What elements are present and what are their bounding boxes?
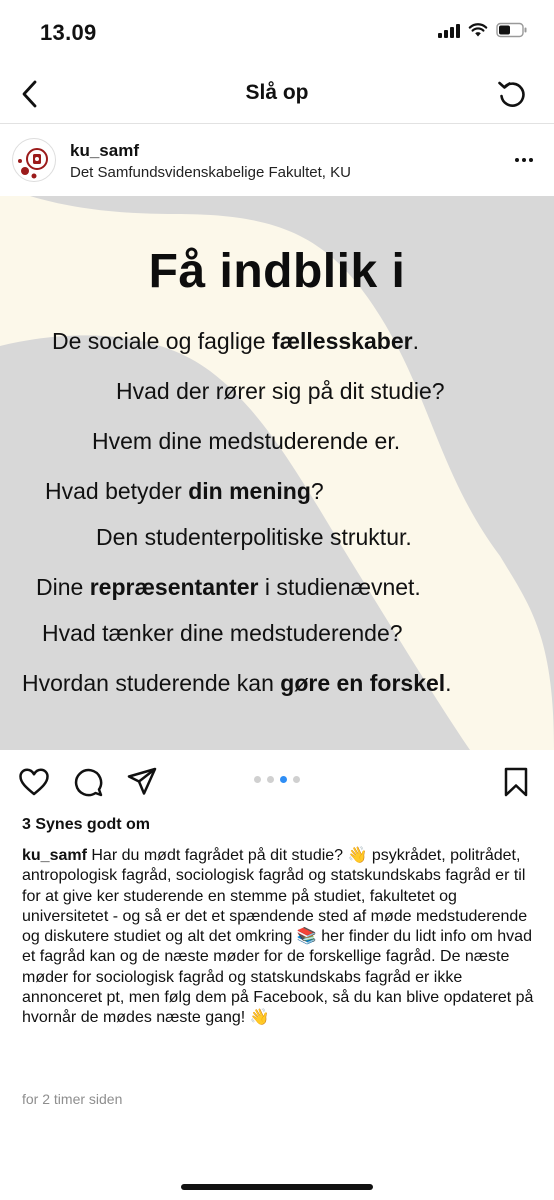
share-button[interactable]	[126, 766, 158, 798]
navigation-bar: Slå op	[0, 64, 554, 124]
image-line-3: Hvem dine medstuderende er.	[92, 428, 401, 454]
university-logo-icon	[18, 148, 48, 179]
status-time: 13.09	[40, 20, 97, 45]
carousel-dot	[254, 776, 261, 783]
post-timestamp: for 2 timer siden	[22, 1091, 123, 1107]
cellular-signal-icon	[438, 22, 460, 38]
status-icons	[438, 22, 528, 38]
more-options-button[interactable]	[510, 146, 538, 174]
post-action-bar	[0, 750, 554, 812]
carousel-indicator	[254, 776, 300, 783]
send-icon	[127, 767, 157, 795]
carousel-dot	[280, 776, 287, 783]
post-header: ku_samf Det Samfundsvidenskabelige Fakul…	[0, 124, 554, 196]
post-username[interactable]: ku_samf	[70, 141, 139, 161]
page-title: Slå op	[245, 81, 309, 104]
caption-text: Har du mødt fagrådet på dit studie? 👋 ps…	[22, 847, 534, 1027]
heart-icon	[19, 768, 49, 796]
post-subtitle[interactable]: Det Samfundsvidenskabelige Fakultet, KU	[70, 164, 351, 181]
avatar[interactable]	[12, 138, 56, 182]
wifi-icon	[468, 23, 488, 37]
image-heading: Få indblik i	[148, 245, 406, 298]
image-line-2: Hvad der rører sig på dit studie?	[116, 378, 445, 404]
carousel-dot	[267, 776, 274, 783]
status-bar: 13.09	[0, 0, 554, 64]
image-line-8: Hvordan studerende kan gøre en forskel.	[22, 670, 452, 696]
bookmark-icon	[504, 767, 528, 797]
refresh-button[interactable]	[494, 76, 530, 112]
more-options-icon	[515, 158, 519, 162]
caption-author[interactable]: ku_samf	[22, 847, 87, 864]
comment-icon	[74, 768, 103, 797]
carousel-dot	[293, 776, 300, 783]
image-line-4: Hvad betyder din mening?	[45, 478, 324, 504]
comment-button[interactable]	[72, 766, 104, 798]
save-button[interactable]	[500, 766, 532, 798]
image-line-7: Hvad tænker dine medstuderende?	[42, 620, 403, 646]
image-line-6: Dine repræsentanter i studienævnet.	[36, 574, 421, 600]
likes-count[interactable]: 3 Synes godt om	[22, 816, 150, 834]
like-button[interactable]	[18, 766, 50, 798]
home-indicator	[181, 1184, 373, 1190]
image-line-5: Den studenterpolitiske struktur.	[96, 524, 412, 550]
post-image[interactable]: Få indblik i De sociale og faglige fælle…	[0, 196, 554, 750]
post-caption: ku_samf Har du mødt fagrådet på dit stud…	[22, 846, 536, 1029]
refresh-icon	[498, 81, 525, 107]
image-line-1: De sociale og faglige fællesskaber.	[52, 328, 419, 354]
battery-icon	[496, 22, 527, 38]
